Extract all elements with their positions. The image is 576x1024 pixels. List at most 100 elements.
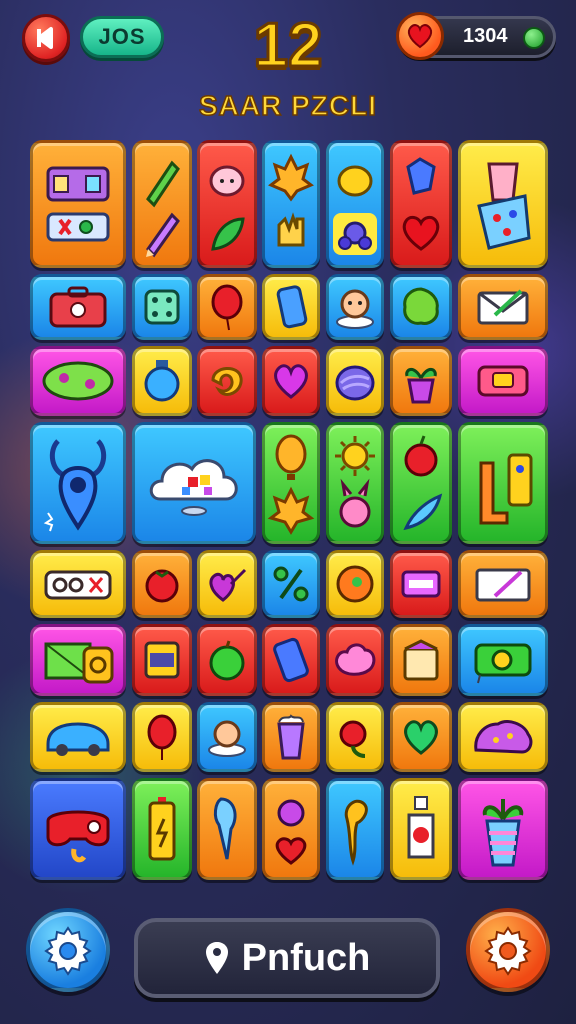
tile-orange-ball[interactable] <box>326 550 384 618</box>
tile-radio[interactable] <box>390 550 452 618</box>
tile-face-leaf[interactable] <box>197 140 257 268</box>
search-bar[interactable]: Pnfuch <box>134 918 440 998</box>
tile-flame-spoon[interactable] <box>326 778 384 880</box>
puzzle-title-text: SAAR PZCLI <box>198 89 377 122</box>
tile-gamepad-red[interactable] <box>30 778 126 880</box>
lives-heart[interactable] <box>396 12 444 60</box>
back-arrow-icon <box>37 27 53 49</box>
tile-heart-ornament[interactable] <box>262 778 320 880</box>
tile-cloud[interactable] <box>132 422 256 544</box>
paint-cup-icon <box>477 162 531 250</box>
purple-blob-icon <box>474 720 533 754</box>
tile-paint-cup[interactable] <box>458 140 548 268</box>
tile-lemon-bug[interactable] <box>326 140 384 268</box>
tile-leaf-blob[interactable] <box>390 274 452 340</box>
tile-smartphone[interactable] <box>262 624 320 696</box>
tile-game-pad[interactable] <box>30 346 126 416</box>
search-label: Pnfuch <box>241 936 371 979</box>
tile-potted-plant[interactable] <box>390 346 452 416</box>
back-button[interactable] <box>22 14 70 62</box>
tile-cloud-face[interactable] <box>197 702 257 772</box>
tile-camera[interactable] <box>458 346 548 416</box>
tile-shell[interactable] <box>326 346 384 416</box>
pencil-icon <box>146 160 180 258</box>
potted-plant-icon <box>405 368 437 404</box>
tile-ice-cream[interactable] <box>197 778 257 880</box>
puzzle-title: SAAR PZCLI <box>0 89 576 122</box>
tile-envelope[interactable] <box>458 274 548 340</box>
tile-croissant[interactable] <box>197 346 257 416</box>
tile-balloon[interactable] <box>197 274 257 340</box>
tile-dice[interactable] <box>132 274 192 340</box>
tile-sun-bunny[interactable] <box>326 422 384 544</box>
gem-icon <box>523 27 545 49</box>
tile-apple[interactable] <box>197 624 257 696</box>
settings-button-left[interactable] <box>26 908 110 992</box>
tile-apple-feather[interactable] <box>390 422 452 544</box>
heart-icon <box>407 24 433 49</box>
tile-map-pin-monster[interactable] <box>30 422 126 544</box>
tile-pencil[interactable] <box>132 140 192 268</box>
tile-van[interactable] <box>30 702 126 772</box>
tile-red-balloon[interactable] <box>132 702 192 772</box>
ice-cream-icon <box>213 797 237 860</box>
tile-phone[interactable] <box>262 274 320 340</box>
dice-icon <box>144 289 180 325</box>
heart-icon <box>274 364 308 399</box>
croissant-icon <box>211 367 243 396</box>
tile-heart-arrow[interactable] <box>197 550 257 618</box>
location-pin-icon <box>205 942 228 974</box>
tile-cake-box[interactable] <box>390 624 452 696</box>
tile-suitcase[interactable] <box>30 274 126 340</box>
apple-feather-icon <box>403 435 443 531</box>
tile-cherry[interactable] <box>326 702 384 772</box>
tile-heart[interactable] <box>262 346 320 416</box>
tile-heart-gem[interactable] <box>390 140 452 268</box>
percent-icon <box>273 566 309 602</box>
tile-toolbox[interactable] <box>30 140 126 268</box>
tile-baby-face[interactable] <box>326 274 384 340</box>
cloud-icon <box>149 459 238 516</box>
tile-bottle-face[interactable] <box>390 778 452 880</box>
tile-bus[interactable] <box>30 550 126 618</box>
tile-letter[interactable] <box>458 550 548 618</box>
tile-popcorn[interactable] <box>262 702 320 772</box>
tile-green-heart[interactable] <box>390 702 452 772</box>
gear-icon <box>484 926 532 976</box>
score-value: 1304 <box>463 25 508 47</box>
tile-purple-blob[interactable] <box>458 702 548 772</box>
game-pad-icon <box>42 361 114 401</box>
tile-cloud-blob[interactable] <box>326 624 384 696</box>
tile-cactus-cup[interactable] <box>458 778 548 880</box>
moves-counter-value: JOS <box>98 24 146 49</box>
tile-battery[interactable] <box>132 778 192 880</box>
tile-percent[interactable] <box>262 550 320 618</box>
door-icon <box>479 453 533 525</box>
tomato-icon <box>145 569 179 603</box>
tile-door[interactable] <box>458 422 548 544</box>
tile-lantern[interactable] <box>132 346 192 416</box>
red-balloon-icon <box>147 714 177 760</box>
lemon-bug-icon <box>333 165 377 255</box>
baby-face-icon <box>336 289 374 329</box>
green-heart-icon <box>404 720 438 755</box>
letter-icon <box>475 568 531 602</box>
smartphone-icon <box>273 637 309 683</box>
map-pin-monster-icon <box>43 439 107 532</box>
bus-icon <box>44 570 112 600</box>
tile-oven[interactable] <box>132 624 192 696</box>
tile-hot-air-balloon[interactable] <box>262 422 320 544</box>
face-leaf-icon <box>209 165 245 251</box>
tile-camera-bag[interactable] <box>30 624 126 696</box>
cloud-face-icon <box>208 720 246 757</box>
oven-icon <box>144 641 180 679</box>
settings-button-right[interactable] <box>466 908 550 992</box>
cake-box-icon <box>403 639 439 681</box>
hot-air-balloon-icon <box>267 434 315 535</box>
heart-arrow-icon <box>209 568 247 602</box>
top-bar: JOS 12 1304 <box>0 0 576 90</box>
tile-flame-hand[interactable] <box>262 140 320 268</box>
tile-snail[interactable] <box>458 624 548 696</box>
tile-tomato[interactable] <box>132 550 192 618</box>
balloon-icon <box>211 284 243 331</box>
